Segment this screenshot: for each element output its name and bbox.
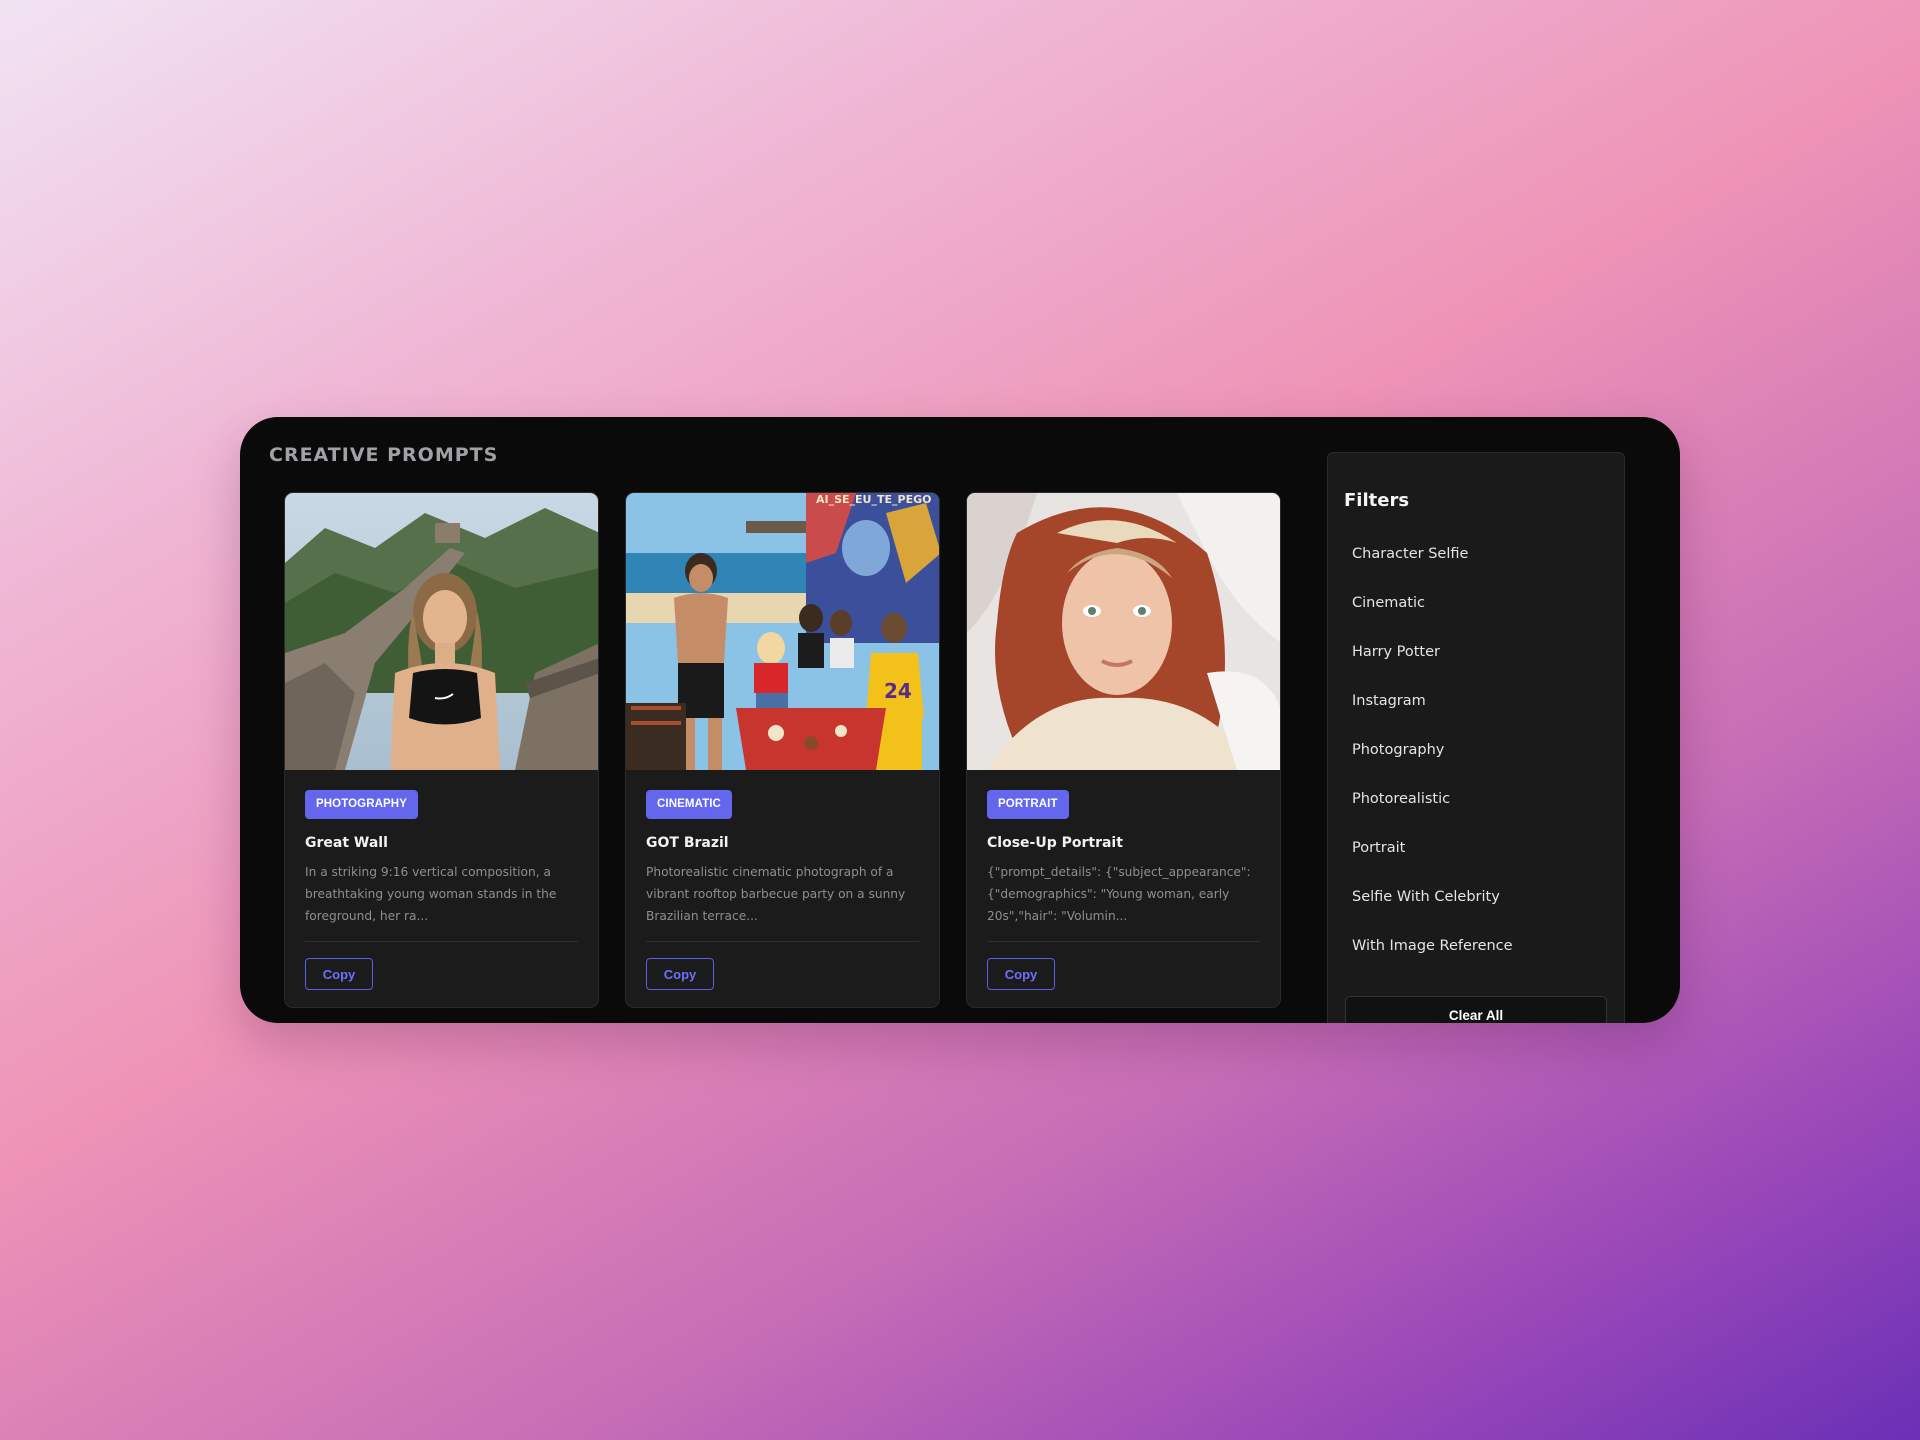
clear-all-button[interactable]: Clear All (1345, 996, 1607, 1023)
copy-button[interactable]: Copy (305, 958, 373, 990)
panel-title: CREATIVE PROMPTS (269, 444, 499, 466)
prompt-image[interactable] (285, 493, 598, 770)
card-divider (987, 941, 1260, 942)
filter-item-harry-potter[interactable]: Harry Potter (1328, 635, 1624, 684)
prompt-card[interactable]: PORTRAIT Close-Up Portrait {"prompt_deta… (966, 492, 1281, 1008)
category-badge: PHOTOGRAPHY (305, 790, 418, 819)
filter-item-character-selfie[interactable]: Character Selfie (1328, 537, 1624, 586)
card-description: Photorealistic cinematic photograph of a… (646, 865, 906, 923)
prompt-image[interactable] (967, 493, 1280, 770)
mural-text: AI_SE_EU_TE_PEGO (816, 493, 931, 506)
filter-item-cinematic[interactable]: Cinematic (1328, 586, 1624, 635)
card-description: {"prompt_details": {"subject_appearance"… (987, 865, 1251, 923)
filter-item-portrait[interactable]: Portrait (1328, 831, 1624, 880)
prompts-panel: CREATIVE PROMPTS PHOTOGRAPHY Great Wall … (240, 417, 1680, 1023)
jersey-number: 24 (884, 679, 912, 703)
card-divider (305, 941, 578, 942)
card-title: Great Wall (305, 835, 388, 851)
prompt-image[interactable]: AI_SE_EU_TE_PEGO 24 (626, 493, 939, 770)
category-badge: PORTRAIT (987, 790, 1069, 819)
card-divider (646, 941, 919, 942)
card-description: In a striking 9:16 vertical composition,… (305, 865, 557, 923)
filter-item-selfie-with-celebrity[interactable]: Selfie With Celebrity (1328, 880, 1624, 929)
filter-item-with-image-reference[interactable]: With Image Reference (1328, 929, 1624, 978)
filters-title: Filters (1344, 490, 1410, 511)
copy-button[interactable]: Copy (987, 958, 1055, 990)
card-title: Close-Up Portrait (987, 835, 1123, 851)
prompt-card[interactable]: PHOTOGRAPHY Great Wall In a striking 9:1… (284, 492, 599, 1008)
card-title: GOT Brazil (646, 835, 729, 851)
copy-button[interactable]: Copy (646, 958, 714, 990)
filter-list: Character Selfie Cinematic Harry Potter … (1328, 537, 1624, 978)
category-badge: CINEMATIC (646, 790, 732, 819)
filters-panel: Filters Character Selfie Cinematic Harry… (1327, 452, 1625, 1023)
filter-item-instagram[interactable]: Instagram (1328, 684, 1624, 733)
prompt-card[interactable]: AI_SE_EU_TE_PEGO 24 CINEMATIC GOT Brazil… (625, 492, 940, 1008)
filter-item-photography[interactable]: Photography (1328, 733, 1624, 782)
filter-item-photorealistic[interactable]: Photorealistic (1328, 782, 1624, 831)
